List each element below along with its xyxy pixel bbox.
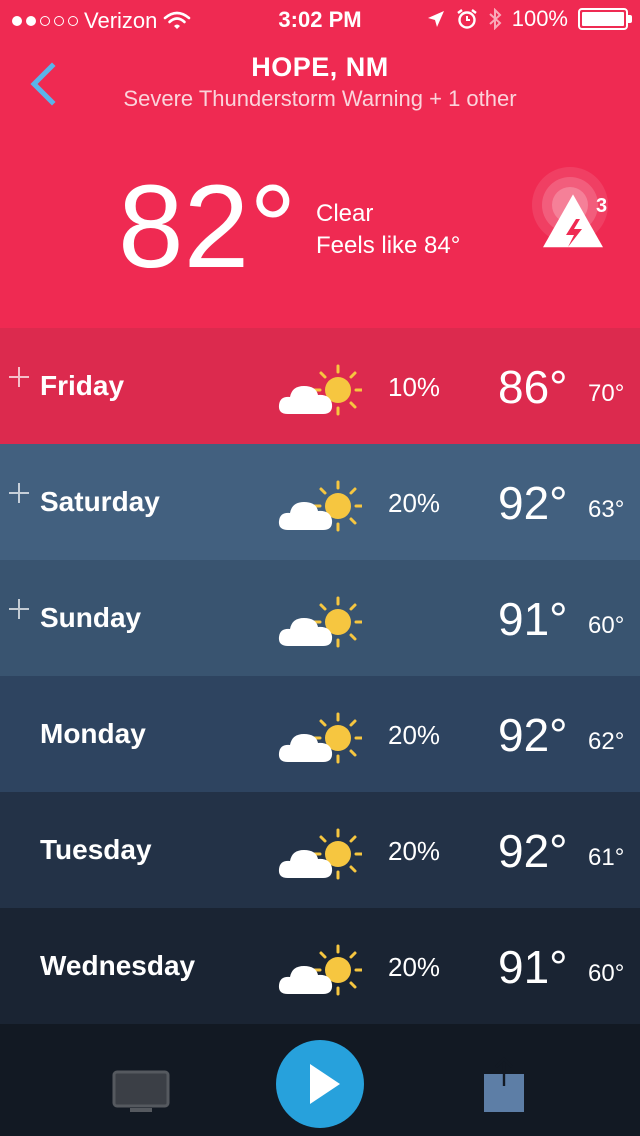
daily-forecast-list: Friday 10% 86° 70° Saturday 20% 92° 63° …: [0, 328, 640, 1024]
high-temp: 91°: [498, 593, 568, 645]
forecast-day: Monday: [40, 718, 146, 749]
forecast-row-wednesday[interactable]: Wednesday 20% 91° 60°: [0, 908, 640, 1024]
battery-icon: [578, 8, 632, 30]
forecast-day: Friday: [40, 370, 125, 401]
location-title: HOPE, NM: [251, 52, 389, 82]
status-bar: Verizon 3:02 PM 100%: [0, 0, 640, 40]
high-temp: 92°: [498, 477, 568, 529]
precip-chance: 20%: [388, 720, 441, 750]
forecast-row-sunday[interactable]: Sunday 91° 60°: [0, 560, 640, 676]
low-temp: 63°: [588, 496, 625, 523]
partly-sunny-icon: [278, 944, 362, 996]
video-button[interactable]: [112, 1070, 174, 1114]
partly-sunny-icon: [278, 480, 362, 532]
low-temp: 60°: [588, 612, 625, 639]
weather-warning-link[interactable]: Severe Thunderstorm Warning + 1 other: [0, 86, 640, 112]
expand-plus-icon[interactable]: [8, 366, 30, 388]
partly-sunny-icon: [278, 364, 362, 416]
partly-sunny-icon: [278, 828, 362, 880]
condition-text: Clear: [316, 200, 374, 227]
precip-chance: 20%: [388, 952, 441, 982]
high-temp: 92°: [498, 825, 568, 877]
high-temp: 91°: [498, 941, 568, 993]
partly-sunny-icon: [278, 596, 362, 648]
status-right: 100%: [426, 6, 632, 32]
low-temp: 60°: [588, 960, 625, 987]
current-temperature: 82°: [118, 161, 297, 293]
feels-like-text: Feels like 84°: [316, 232, 461, 259]
high-temp: 92°: [498, 709, 568, 761]
share-icon: [484, 1057, 524, 1112]
low-temp: 70°: [588, 380, 625, 407]
forecast-row-saturday[interactable]: Saturday 20% 92° 63°: [0, 444, 640, 560]
current-conditions-header: Verizon 3:02 PM 100% HOPE, NM Severe Thu…: [0, 0, 640, 328]
alerts-button[interactable]: 3: [530, 165, 620, 255]
forecast-row-friday[interactable]: Friday 10% 86° 70°: [0, 328, 640, 444]
precip-chance: 10%: [388, 372, 441, 402]
low-temp: 61°: [588, 844, 625, 871]
play-icon: [310, 1064, 340, 1104]
tv-icon: [112, 1070, 170, 1112]
forecast-day: Wednesday: [40, 950, 196, 981]
weather-app: Verizon 3:02 PM 100% HOPE, NM Severe Thu…: [0, 0, 640, 1136]
high-temp: 86°: [498, 361, 568, 413]
location-arrow-icon: [427, 11, 444, 27]
expand-plus-icon[interactable]: [8, 598, 30, 620]
bluetooth-icon: [489, 8, 502, 30]
forecast-day: Tuesday: [40, 834, 152, 865]
forecast-day: Sunday: [40, 602, 142, 633]
precip-chance: 20%: [388, 488, 441, 518]
alarm-icon: [456, 9, 477, 29]
battery-percent: 100%: [511, 6, 568, 31]
forecast-row-monday[interactable]: Monday 20% 92° 62°: [0, 676, 640, 792]
alert-count-badge: 3: [596, 195, 608, 217]
partly-sunny-icon: [278, 712, 362, 764]
share-button[interactable]: [482, 1056, 526, 1114]
forecast-row-tuesday[interactable]: Tuesday 20% 92° 61°: [0, 792, 640, 908]
low-temp: 62°: [588, 728, 625, 755]
forecast-day: Saturday: [40, 486, 160, 517]
expand-plus-icon[interactable]: [8, 482, 30, 504]
current-condition-block: Clear Feels like 84°: [316, 198, 460, 262]
precip-chance: 20%: [388, 836, 441, 866]
play-button[interactable]: [276, 1040, 364, 1128]
